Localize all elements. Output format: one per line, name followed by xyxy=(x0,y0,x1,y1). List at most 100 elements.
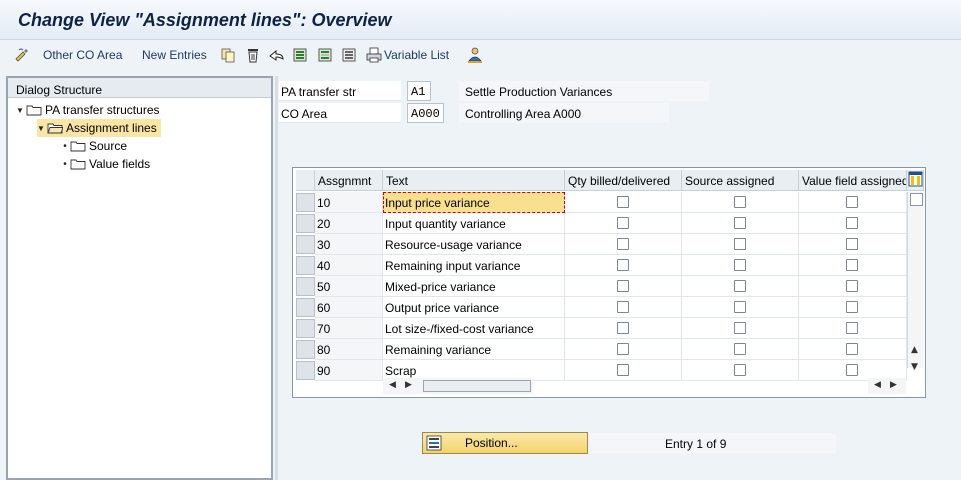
column-header-qty-billed[interactable]: Qty billed/delivered xyxy=(565,170,682,191)
source-assigned-checkbox[interactable] xyxy=(734,259,746,271)
select-all-button[interactable] xyxy=(292,46,308,64)
source-assigned-checkbox[interactable] xyxy=(734,217,746,229)
delete-button[interactable] xyxy=(245,46,261,64)
column-header-text[interactable]: Text xyxy=(383,170,565,191)
expand-caret-icon[interactable]: ▼ xyxy=(37,124,47,133)
cell-assignment: 90 xyxy=(315,360,383,381)
value-field-assigned-checkbox[interactable] xyxy=(846,322,858,334)
cell-assignment: 60 xyxy=(315,297,383,318)
cell-text[interactable]: Resource-usage variance xyxy=(383,234,565,255)
scroll-thumb[interactable] xyxy=(910,193,923,206)
row-selector[interactable] xyxy=(296,361,315,380)
qty-billed-checkbox[interactable] xyxy=(617,322,629,334)
tree-item-value-fields[interactable]: • Value fields xyxy=(60,155,150,173)
cell-text[interactable]: Input price variance xyxy=(383,192,565,213)
value-field-assigned-checkbox[interactable] xyxy=(846,364,858,376)
value-field-assigned-checkbox[interactable] xyxy=(846,196,858,208)
value-field-assigned-checkbox[interactable] xyxy=(846,301,858,313)
dialog-structure-panel: Dialog Structure ▼ PA transfer structure… xyxy=(6,76,273,480)
tree-item-pa-transfer-structures[interactable]: ▼ PA transfer structures xyxy=(16,101,160,119)
qty-billed-checkbox[interactable] xyxy=(617,196,629,208)
qty-billed-checkbox[interactable] xyxy=(617,238,629,250)
row-selector[interactable] xyxy=(296,277,315,296)
table-horizontal-scroll-arrows[interactable]: ◀ ▶ xyxy=(868,378,906,394)
variable-list-button[interactable]: Variable List xyxy=(366,46,449,64)
qty-billed-checkbox[interactable] xyxy=(617,280,629,292)
scroll-down-icon[interactable]: ▼ xyxy=(911,362,918,372)
cell-qty-billed xyxy=(565,276,682,297)
cell-text[interactable]: Lot size-/fixed-cost variance xyxy=(383,318,565,339)
cell-qty-billed xyxy=(565,339,682,360)
scroll-left-icon[interactable]: ◀ xyxy=(389,380,396,390)
horizontal-scroll-thumb[interactable] xyxy=(423,380,531,392)
value-field-assigned-checkbox[interactable] xyxy=(846,238,858,250)
source-assigned-checkbox[interactable] xyxy=(734,322,746,334)
copy-button[interactable] xyxy=(220,46,236,64)
value-field-assigned-checkbox[interactable] xyxy=(846,259,858,271)
select-block-button[interactable] xyxy=(317,46,333,64)
person-button[interactable] xyxy=(466,46,484,64)
cell-source-assigned xyxy=(682,255,799,276)
scroll-left-icon[interactable]: ◀ xyxy=(874,380,881,390)
pa-transfer-str-field[interactable]: A1 xyxy=(407,81,431,101)
undo-button[interactable] xyxy=(268,46,286,64)
value-field-assigned-checkbox[interactable] xyxy=(846,280,858,292)
select-all-rows-corner[interactable] xyxy=(296,170,315,191)
cell-assignment: 40 xyxy=(315,255,383,276)
column-header-assgnmnt[interactable]: Assgnmnt xyxy=(315,170,383,191)
qty-billed-checkbox[interactable] xyxy=(617,217,629,229)
qty-billed-checkbox[interactable] xyxy=(617,259,629,271)
row-selector[interactable] xyxy=(296,193,315,212)
row-selector[interactable] xyxy=(296,319,315,338)
tree-item-assignment-lines[interactable]: ▼ Assignment lines xyxy=(37,119,161,137)
cell-value-field-assigned xyxy=(799,339,907,360)
cell-assignment: 10 xyxy=(315,192,383,213)
source-assigned-checkbox[interactable] xyxy=(734,280,746,292)
table-settings-button[interactable] xyxy=(907,170,924,191)
column-header-source-assigned[interactable]: Source assigned xyxy=(682,170,799,191)
value-field-assigned-checkbox[interactable] xyxy=(846,343,858,355)
row-selector[interactable] xyxy=(296,256,315,275)
source-assigned-checkbox[interactable] xyxy=(734,196,746,208)
value-field-assigned-checkbox[interactable] xyxy=(846,217,858,229)
text-column-horizontal-scrollbar[interactable]: ◀ ▶ xyxy=(383,378,533,394)
tree-item-source[interactable]: • Source xyxy=(60,137,127,155)
tree-item-label: Assignment lines xyxy=(66,121,157,135)
cell-text[interactable]: Mixed-price variance xyxy=(383,276,565,297)
row-selector[interactable] xyxy=(296,214,315,233)
row-selector[interactable] xyxy=(296,235,315,254)
position-button-label: Position... xyxy=(465,436,518,450)
co-area-field[interactable]: A000 xyxy=(407,103,444,123)
deselect-all-button[interactable] xyxy=(341,46,357,64)
source-assigned-checkbox[interactable] xyxy=(734,364,746,376)
table-vertical-scrollbar[interactable]: ▲ ▼ xyxy=(907,192,924,372)
assignment-lines-table: Assgnmnt Text Qty billed/delivered Sourc… xyxy=(292,167,926,398)
row-selector[interactable] xyxy=(296,340,315,359)
pa-transfer-str-description: Settle Production Variances xyxy=(459,81,709,101)
column-header-value-field-assigned[interactable]: Value field assigned xyxy=(799,170,907,191)
position-button[interactable]: Position... xyxy=(422,432,588,454)
new-entries-button[interactable]: New Entries xyxy=(142,46,207,64)
scroll-right-icon[interactable]: ▶ xyxy=(890,380,897,390)
cell-text[interactable]: Remaining input variance xyxy=(383,255,565,276)
panel-splitter[interactable] xyxy=(275,76,278,480)
expand-caret-icon[interactable]: ▼ xyxy=(16,106,26,115)
other-co-area-button[interactable]: Other CO Area xyxy=(43,46,122,64)
source-assigned-checkbox[interactable] xyxy=(734,343,746,355)
source-assigned-checkbox[interactable] xyxy=(734,238,746,250)
cell-text[interactable]: Output price variance xyxy=(383,297,565,318)
cell-text[interactable]: Input quantity variance xyxy=(383,213,565,234)
scroll-up-icon[interactable]: ▲ xyxy=(911,345,918,355)
qty-billed-checkbox[interactable] xyxy=(617,364,629,376)
scroll-right-icon[interactable]: ▶ xyxy=(405,380,412,390)
select-block-icon xyxy=(318,48,332,62)
person-icon xyxy=(468,47,482,63)
row-selector[interactable] xyxy=(296,298,315,317)
source-assigned-checkbox[interactable] xyxy=(734,301,746,313)
folder-icon xyxy=(70,141,86,152)
qty-billed-checkbox[interactable] xyxy=(617,301,629,313)
cell-text[interactable]: Remaining variance xyxy=(383,339,565,360)
qty-billed-checkbox[interactable] xyxy=(617,343,629,355)
cell-source-assigned xyxy=(682,276,799,297)
edit-pencil-button[interactable] xyxy=(14,46,30,64)
